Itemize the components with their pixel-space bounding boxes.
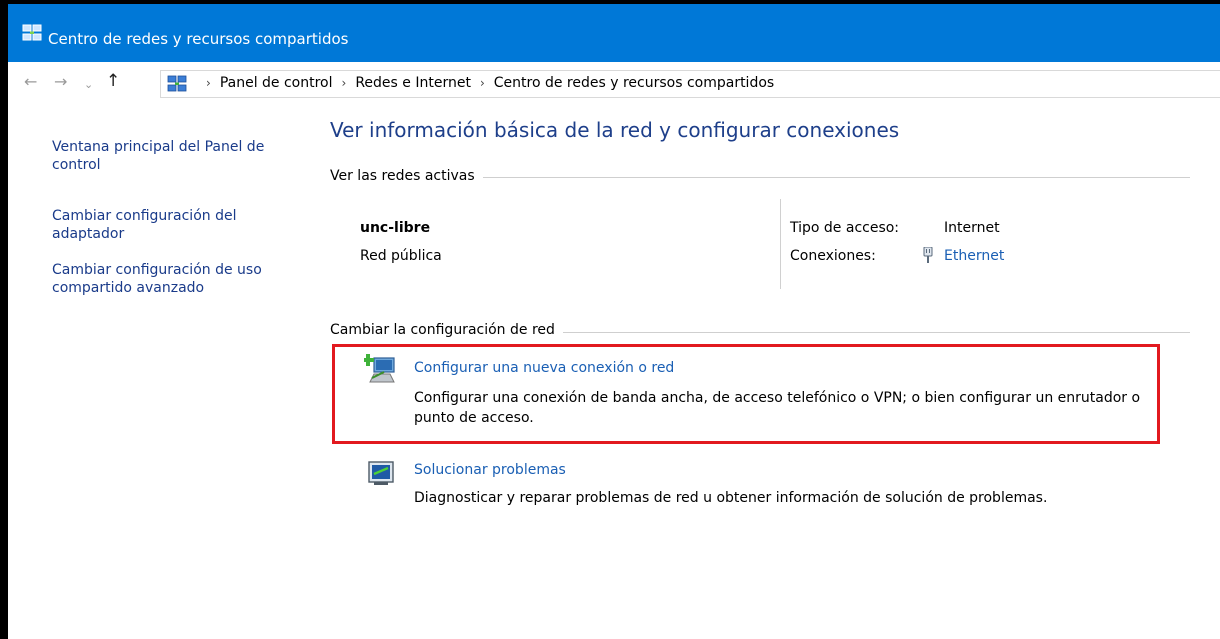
chevron-down-icon[interactable]: ⌄ (84, 77, 93, 93)
arrow-right-icon[interactable]: → (54, 74, 67, 90)
network-center-icon (22, 24, 42, 41)
breadcrumb-panel-control[interactable]: Panel de control (220, 75, 333, 91)
sidebar-item-uso-compartido[interactable]: Cambiar configuración de uso compartido … (52, 261, 297, 297)
chevron-right-icon[interactable]: › (206, 76, 211, 90)
access-type-value: Internet (944, 220, 1000, 236)
section-title-change-settings: Cambiar la configuración de red (330, 322, 563, 338)
breadcrumb: › Panel de control › Redes e Internet › … (197, 75, 774, 91)
ethernet-link[interactable]: Ethernet (944, 248, 1004, 264)
vertical-divider (780, 199, 781, 289)
sidebar-item-adaptador[interactable]: Cambiar configuración del adaptador (52, 207, 297, 243)
arrow-up-icon[interactable]: ↑ (106, 73, 120, 90)
connections-label: Conexiones: (790, 248, 876, 264)
address-bar[interactable]: › Panel de control › Redes e Internet › … (160, 70, 1220, 98)
chevron-right-icon[interactable]: › (480, 76, 485, 90)
ethernet-plug-icon (923, 247, 933, 263)
highlight-box (332, 344, 1160, 444)
access-type-label: Tipo de acceso: (790, 220, 900, 236)
sidebar-item-panel-principal[interactable]: Ventana principal del Panel de control (52, 138, 297, 174)
title-bar: Centro de redes y recursos compartidos (8, 4, 1220, 62)
breadcrumb-redes-internet[interactable]: Redes e Internet (355, 75, 471, 91)
navigation-bar: ← → ⌄ ↑ › Panel de control › Redes e Int… (8, 62, 1220, 104)
network-name: unc-libre (360, 220, 431, 236)
troubleshoot-description: Diagnosticar y reparar problemas de red … (414, 490, 1048, 506)
window: Centro de redes y recursos compartidos ←… (8, 4, 1220, 639)
breadcrumb-centro-redes[interactable]: Centro de redes y recursos compartidos (494, 75, 774, 91)
window-title: Centro de redes y recursos compartidos (48, 30, 349, 48)
troubleshoot-icon (368, 461, 394, 485)
network-type-link[interactable]: Red pública (360, 248, 442, 264)
network-center-icon (167, 75, 187, 92)
section-title-active-networks: Ver las redes activas (330, 168, 483, 184)
page-title: Ver información básica de la red y confi… (330, 118, 900, 142)
troubleshoot-link[interactable]: Solucionar problemas (414, 462, 566, 478)
arrow-left-icon[interactable]: ← (24, 74, 37, 90)
chevron-right-icon[interactable]: › (342, 76, 347, 90)
